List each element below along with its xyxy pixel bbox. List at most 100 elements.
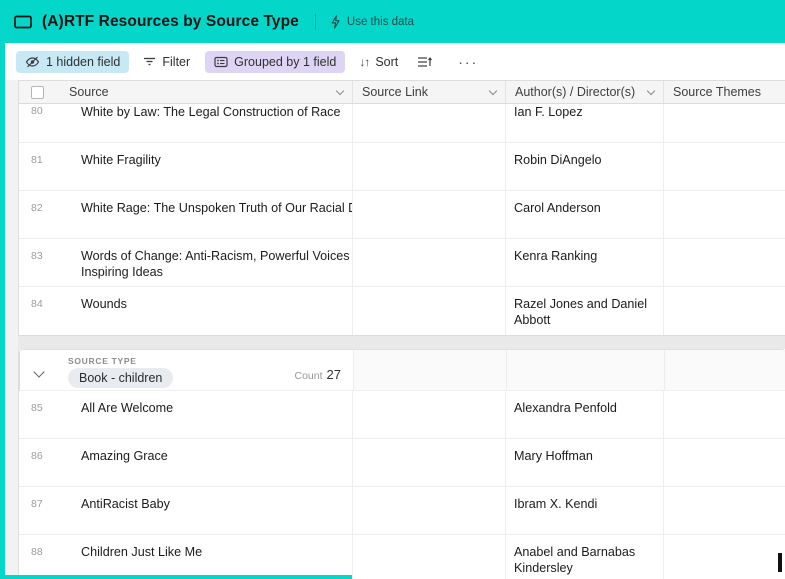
row-height-button[interactable]	[411, 52, 438, 72]
row-number: 86	[31, 450, 43, 462]
cell-source-link[interactable]	[353, 487, 506, 534]
cell-source[interactable]: 85 All Are Welcome	[19, 391, 353, 438]
cell-source[interactable]: 88 Children Just Like Me	[19, 535, 353, 579]
group-label: Grouped by 1 field	[234, 54, 337, 69]
cell-source[interactable]: 87 AntiRacist Baby	[19, 487, 353, 534]
cell-source-link[interactable]	[353, 143, 506, 190]
use-this-data-label: Use this data	[346, 15, 415, 28]
cell-source-themes[interactable]	[664, 391, 785, 438]
cell-source[interactable]: 81 White Fragility	[19, 143, 353, 190]
cell-source-link[interactable]	[353, 104, 506, 142]
group-header-spacer	[665, 350, 785, 390]
column-header-authors[interactable]: Author(s) / Director(s)	[506, 81, 664, 103]
cell-authors[interactable]: Alexandra Penfold	[506, 391, 664, 438]
table-row[interactable]: 80 White by Law: The Legal Construction …	[19, 104, 785, 143]
cell-source-link[interactable]	[353, 287, 506, 335]
group-header-row: SOURCE TYPE Book - children Count 27	[19, 349, 785, 391]
group-value-pill[interactable]: Book - children	[68, 368, 174, 388]
cell-source-link[interactable]	[353, 239, 506, 286]
hidden-fields-button[interactable]: 1 hidden field	[16, 50, 130, 73]
cell-source[interactable]: 83 Words of Change: Anti-Racism, Powerfu…	[19, 239, 353, 286]
row-number: 83	[31, 250, 43, 262]
source-title: All Are Welcome	[81, 401, 174, 415]
cell-source-link[interactable]	[353, 535, 506, 579]
select-all-checkbox[interactable]	[31, 85, 44, 99]
scrollbar-thumb[interactable]	[778, 553, 782, 572]
cell-authors[interactable]: Kenra Ranking	[506, 239, 664, 286]
table-row[interactable]: 86 Amazing Grace Mary Hoffman	[19, 439, 785, 487]
cell-authors[interactable]: Anabel and Barnabas Kindersley	[506, 535, 664, 579]
group-section-previous: 80 White by Law: The Legal Construction …	[18, 104, 785, 336]
airtable-embed: (A)RTF Resources by Source Type Use this…	[0, 0, 785, 579]
cell-authors[interactable]: Razel Jones and Daniel Abbott	[506, 287, 664, 335]
cell-source-themes[interactable]	[664, 439, 785, 486]
group-section-book-children: SOURCE TYPE Book - children Count 27 85 A…	[18, 349, 785, 579]
view-toolbar: 1 hidden field Filter Grouped by 1 field…	[5, 43, 785, 80]
cell-source[interactable]: 80 White by Law: The Legal Construction …	[19, 104, 353, 142]
cell-authors[interactable]: Ian F. Lopez	[506, 104, 664, 142]
chevron-down-icon[interactable]	[488, 86, 498, 95]
cell-source[interactable]: 82 White Rage: The Unspoken Truth of Our…	[19, 191, 353, 238]
table-row[interactable]: 83 Words of Change: Anti-Racism, Powerfu…	[19, 239, 785, 287]
table-row[interactable]: 85 All Are Welcome Alexandra Penfold	[19, 391, 785, 439]
more-options-button[interactable]: ···	[450, 52, 486, 72]
source-title: Children Just Like Me	[81, 545, 203, 559]
cell-source-link[interactable]	[353, 439, 506, 486]
cell-source-themes[interactable]	[664, 239, 785, 286]
filter-button[interactable]: Filter	[134, 51, 199, 73]
cell-source-themes[interactable]	[664, 487, 785, 534]
source-title: AntiRacist Baby	[81, 497, 170, 511]
group-header-spacer	[507, 350, 665, 390]
cell-source-themes[interactable]	[664, 143, 785, 190]
group-collapse-chevron-icon[interactable]	[33, 366, 45, 378]
title-bar: (A)RTF Resources by Source Type Use this…	[0, 0, 785, 43]
cell-source[interactable]: 86 Amazing Grace	[19, 439, 353, 486]
use-this-data-button[interactable]: Use this data	[330, 14, 415, 29]
hidden-fields-label: 1 hidden field	[46, 54, 121, 69]
column-header-source-themes[interactable]: Source Themes	[664, 81, 785, 103]
group-gap	[18, 336, 785, 349]
chevron-down-icon[interactable]	[646, 86, 656, 95]
column-label-authors: Author(s) / Director(s)	[515, 85, 636, 99]
cell-source-themes[interactable]	[664, 191, 785, 238]
column-header-source-link[interactable]: Source Link	[353, 81, 506, 103]
table-row[interactable]: 88 Children Just Like Me Anabel and Barn…	[19, 535, 785, 579]
cell-authors[interactable]: Mary Hoffman	[506, 439, 664, 486]
sort-button[interactable]: ↓↑ Sort	[350, 51, 407, 73]
column-label-source: Source	[69, 85, 109, 99]
group1-rows: 80 White by Law: The Legal Construction …	[19, 104, 785, 335]
source-title: Wounds	[81, 297, 127, 311]
chevron-down-icon[interactable]	[335, 86, 345, 95]
cell-authors[interactable]: Carol Anderson	[506, 191, 664, 238]
source-title: White by Law: The Legal Construction of …	[81, 105, 341, 119]
table-row[interactable]: 84 Wounds Razel Jones and Daniel Abbott	[19, 287, 785, 335]
header-divider	[314, 13, 316, 30]
source-title: Amazing Grace	[81, 449, 168, 463]
row-number: 80	[31, 105, 43, 117]
grid-table: Source Source Link Author(s) / Director(…	[18, 80, 785, 579]
cell-source[interactable]: 84 Wounds	[19, 287, 353, 335]
cell-source-themes[interactable]	[664, 535, 785, 579]
cell-authors[interactable]: Robin DiAngelo	[506, 143, 664, 190]
column-header-source[interactable]: Source	[19, 81, 353, 103]
embed-left-border	[0, 43, 5, 579]
table-row[interactable]: 82 White Rage: The Unspoken Truth of Our…	[19, 191, 785, 239]
page-title: (A)RTF Resources by Source Type	[42, 12, 299, 30]
filter-label: Filter	[162, 54, 191, 69]
bolt-icon	[330, 14, 341, 29]
group-count-value: 27	[326, 367, 341, 382]
group-count: Count 27	[295, 367, 342, 382]
cell-source-themes[interactable]	[664, 287, 785, 335]
row-number: 84	[31, 298, 43, 310]
row-height-icon	[417, 56, 433, 68]
cell-authors[interactable]: Ibram X. Kendi	[506, 487, 664, 534]
grid-view: Source Source Link Author(s) / Director(…	[5, 80, 785, 579]
cell-source-link[interactable]	[353, 191, 506, 238]
sort-arrows-icon: ↓↑	[359, 54, 370, 69]
cell-source-themes[interactable]	[664, 104, 785, 142]
group-button[interactable]: Grouped by 1 field	[205, 50, 346, 73]
cell-source-link[interactable]	[353, 391, 506, 438]
group-count-label: Count	[294, 370, 323, 382]
table-row[interactable]: 81 White Fragility Robin DiAngelo	[19, 143, 785, 191]
table-row[interactable]: 87 AntiRacist Baby Ibram X. Kendi	[19, 487, 785, 535]
